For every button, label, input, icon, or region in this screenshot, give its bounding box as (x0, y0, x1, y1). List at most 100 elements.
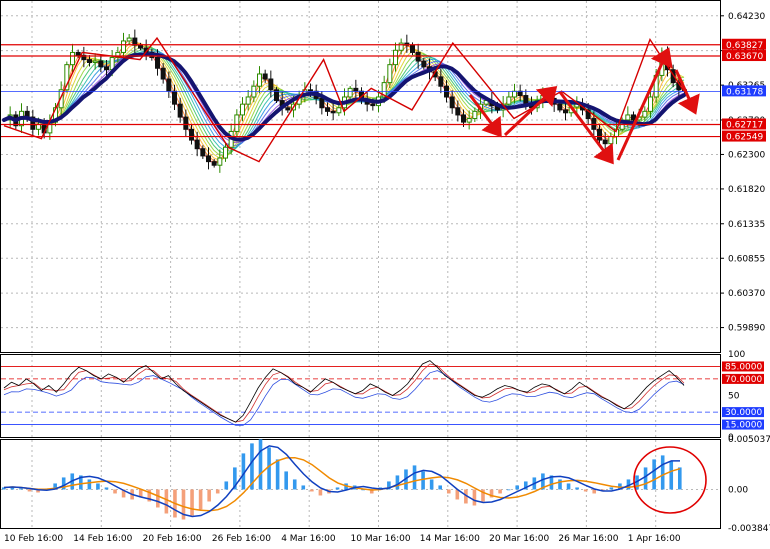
macd-histogram-bar (310, 489, 314, 492)
macd-histogram-bar (583, 489, 588, 492)
macd-y-tick-label: 0.005037 (728, 435, 770, 445)
macd-histogram-bar (335, 487, 340, 490)
candle-body (506, 96, 512, 105)
candle-body (461, 114, 466, 123)
macd-histogram-bar (446, 489, 451, 494)
macd-y-tick-label: 0.00 (728, 485, 748, 495)
candle-body (177, 103, 183, 118)
x-tick-label: 10 Mar 16:00 (351, 534, 411, 544)
candle-body (104, 66, 109, 71)
price-level-label: 0.62549 (726, 133, 763, 143)
candle-body (557, 103, 563, 111)
chart-svg: 10 Feb 16:00 14 Feb 16:00 20 Feb 16:00 26 F… (0, 0, 770, 544)
candle-body (87, 59, 92, 63)
y-tick-label: 0.59890 (728, 324, 765, 334)
y-tick-label: 0.61820 (728, 185, 765, 195)
macd-histogram-bar (207, 489, 211, 502)
macd-histogram-bar (96, 483, 100, 490)
oscillator-pane-frame (0, 354, 721, 438)
macd-histogram-bar (318, 489, 323, 496)
candle-body (194, 139, 200, 150)
candle-body (166, 78, 172, 92)
macd-histogram-bar (395, 475, 400, 490)
macd-histogram-bar (438, 485, 443, 490)
candle-body (410, 44, 415, 53)
macd-histogram-bar (558, 479, 562, 490)
x-tick-label: 26 Feb 16:00 (212, 534, 271, 544)
macd-y-tick-label: -0.003847 (728, 524, 770, 534)
x-tick-label: 1 Apr 16:00 (628, 534, 681, 544)
osc-y-tick-label: 100 (728, 350, 745, 360)
macd-histogram-bar (258, 439, 263, 490)
osc-level-label: 30.0000 (725, 408, 762, 418)
price-level-label: 0.63827 (726, 41, 763, 51)
candle-body (393, 49, 398, 66)
x-tick-label: 14 Feb 16:00 (73, 534, 132, 544)
macd-histogram-bar (190, 489, 194, 516)
candle-body (353, 87, 359, 92)
x-tick-label: 4 Mar 16:00 (281, 534, 336, 544)
macd-pane-frame (0, 439, 721, 529)
candle-body (512, 90, 517, 98)
candle-body (438, 76, 444, 87)
candle-body (189, 128, 194, 141)
macd-histogram-bar (498, 489, 502, 494)
macd-histogram-bar (292, 479, 297, 490)
x-tick-label: 20 Feb 16:00 (143, 534, 202, 544)
macd-histogram-bar (678, 467, 682, 490)
macd-histogram-bar (609, 487, 614, 490)
x-tick-label: 26 Mar 16:00 (558, 534, 618, 544)
price-level-badge: 0.63827 (722, 38, 766, 51)
macd-histogram-bar (412, 465, 417, 490)
candle-body (268, 78, 274, 91)
macd-histogram-bar (19, 488, 23, 490)
osc-level-label: 15.0000 (725, 421, 762, 431)
macd-histogram-bar (215, 489, 220, 494)
macd-histogram-bar (164, 489, 169, 514)
candle-body (126, 37, 132, 42)
macd-histogram-bar (421, 471, 425, 490)
candle-body (523, 95, 529, 105)
macd-histogram-bar (575, 487, 579, 490)
macd-histogram-bar (429, 479, 434, 490)
macd-histogram-bar (652, 459, 656, 490)
candle-body (240, 103, 245, 116)
candle-body (625, 114, 631, 121)
macd-histogram-bar (113, 489, 117, 494)
candle-body (370, 103, 376, 107)
macd-histogram-bar (156, 489, 160, 508)
candle-body (517, 90, 523, 97)
macd-histogram-bar (506, 489, 511, 491)
candle-body (285, 107, 291, 111)
candle-body (319, 97, 325, 109)
candle-body (563, 109, 568, 114)
y-tick-label: 0.60370 (728, 289, 765, 299)
macd-histogram-bar (472, 489, 477, 506)
macd-histogram-bar (87, 479, 92, 490)
y-tick-label: 0.61335 (728, 220, 765, 230)
candle-body (200, 148, 206, 157)
candle-body (330, 110, 336, 114)
osc-level-badge: 85.0000 (722, 361, 764, 372)
candle-body (472, 110, 478, 120)
macd-histogram-bar (198, 489, 203, 510)
main-pane-frame (0, 0, 721, 353)
candle-body (597, 128, 602, 141)
macd-histogram-bar (660, 455, 665, 490)
osc-level-badge: 70.0000 (722, 373, 764, 385)
price-level-badge: 0.63670 (722, 50, 766, 62)
price-level-label: 0.63670 (726, 52, 763, 62)
macd-histogram-bar (224, 481, 229, 490)
macd-histogram-bar (301, 485, 306, 490)
candle-body (257, 73, 262, 87)
candle-body (336, 107, 342, 114)
candle-body (449, 96, 455, 109)
macd-histogram-bar (592, 489, 597, 494)
osc-level-badge: 30.0000 (722, 407, 764, 418)
macd-histogram-bar (669, 461, 674, 490)
y-tick-label: 0.62300 (728, 150, 765, 160)
macd-histogram-bar (27, 489, 32, 492)
x-tick-label: 20 Mar 16:00 (489, 534, 549, 544)
candle-body (223, 146, 228, 159)
candle-body (608, 135, 614, 145)
